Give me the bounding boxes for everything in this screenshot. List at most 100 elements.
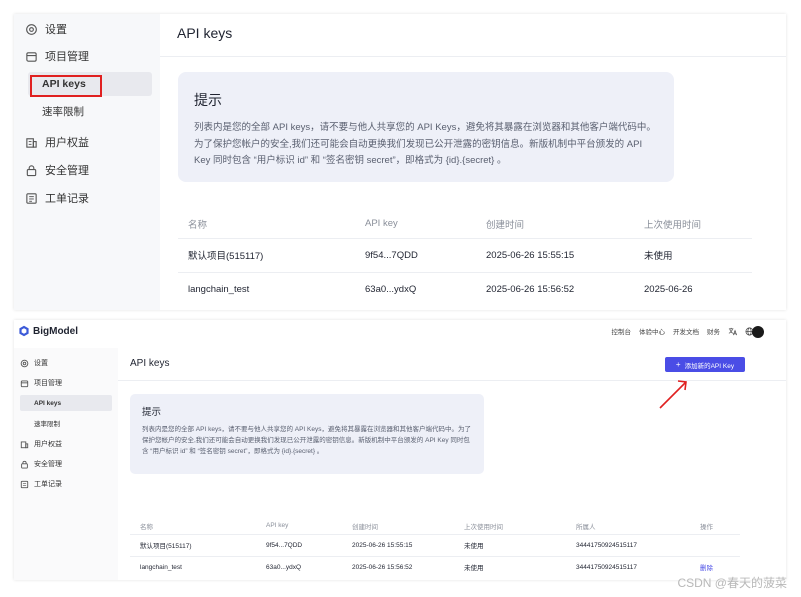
cell-name: langchain_test <box>130 555 256 578</box>
cell-last-used: 未使用 <box>454 555 566 578</box>
sidebar-item-security[interactable]: 安全管理 <box>24 159 89 181</box>
column-header: 创建时间 <box>352 523 378 531</box>
sidebar-item-rate-limit[interactable]: 速率限制 <box>28 99 152 123</box>
column-header: 上次使用时间 <box>644 219 702 231</box>
cell-api-key: 63a0...ydxQ <box>256 555 342 578</box>
sidebar-item-tickets[interactable]: 工单记录 <box>20 476 62 492</box>
watermark: CSDN @春天的菠菜 <box>677 576 787 590</box>
sidebar-item-label: 用户权益 <box>34 441 62 448</box>
tip-body: 列表内是您的全部 API keys，请不要与他人共享您的 API Keys，避免… <box>194 122 656 166</box>
zoomed-console-panel: 设置 项目管理 API keys 速率限制 用户权益 安全管理 工单记录 API… <box>14 14 786 310</box>
lock-icon <box>20 460 29 469</box>
sidebar-item-label: 工单记录 <box>34 481 62 488</box>
full-console-panel: BigModel 控制台 体验中心 开发文档 财务 设置 项目管理 API ke… <box>14 320 786 580</box>
api-keys-table: 名称 API key 创建时间 上次使用时间 所属人 操作 默认项目(51511… <box>130 518 740 578</box>
sidebar-item-projects[interactable]: 项目管理 <box>20 375 62 391</box>
sidebar-item-label: 速率限制 <box>42 105 84 118</box>
column-header: 所属人 <box>576 523 596 531</box>
cell-created: 2025-06-26 15:55:15 <box>342 533 454 556</box>
top-nav-links: 控制台 体验中心 开发文档 财务 <box>604 326 755 336</box>
sidebar-item-label: 速率限制 <box>34 421 60 428</box>
column-header: 名称 <box>188 219 208 231</box>
gear-icon <box>20 359 29 368</box>
tip-title: 提示 <box>194 92 222 108</box>
table-row: 默认项目(515117) 9f54...7QDD 2025-06-26 15:5… <box>130 533 740 556</box>
sidebar-item-security[interactable]: 安全管理 <box>20 456 62 472</box>
sidebar-item-rate-limit[interactable]: 速率限制 <box>20 415 112 431</box>
ticket-icon <box>24 191 38 205</box>
sidebar-item-user-rights[interactable]: 用户权益 <box>24 131 89 153</box>
page-title: API keys <box>177 25 233 41</box>
sidebar: 设置 项目管理 API keys 速率限制 用户权益 安全管理 工单记录 <box>14 14 160 310</box>
cell-name: 默认项目(515117) <box>130 533 256 556</box>
plus-icon: + <box>675 360 681 369</box>
tip-body: 列表内是您的全部 API keys，请不要与他人共享您的 API Keys，避免… <box>142 426 471 455</box>
sidebar-item-label: 设置 <box>45 24 67 36</box>
sidebar-item-label: 安全管理 <box>45 165 89 177</box>
cell-created: 2025-06-26 15:56:52 <box>342 555 454 578</box>
nav-finance[interactable]: 财务 <box>707 326 720 336</box>
cell-name: langchain_test <box>178 271 355 306</box>
folder-icon <box>20 379 29 388</box>
sidebar: 设置 项目管理 API keys 速率限制 用户权益 安全管理 工单记录 <box>14 348 118 580</box>
cell-owner: 34441750924515117 <box>566 533 690 556</box>
brand-name: BigModel <box>33 325 78 337</box>
nav-experience[interactable]: 体验中心 <box>639 326 665 336</box>
building-icon <box>20 440 29 449</box>
sidebar-item-user-rights[interactable]: 用户权益 <box>20 436 62 452</box>
cell-last-used: 未使用 <box>454 533 566 556</box>
folder-icon <box>24 49 38 63</box>
sidebar-item-label: API keys <box>34 399 62 407</box>
ticket-icon <box>20 480 29 489</box>
brand-logo[interactable]: BigModel <box>18 325 78 337</box>
divider <box>160 56 786 57</box>
sidebar-item-label: 工单记录 <box>45 193 89 205</box>
table-row: langchain_test 63a0...ydxQ 2025-06-26 15… <box>178 271 752 306</box>
column-header: 创建时间 <box>486 219 525 231</box>
sidebar-item-label: 安全管理 <box>34 461 62 468</box>
sidebar-item-label: 设置 <box>34 360 48 367</box>
cell-name: 默认项目(515117) <box>178 237 355 272</box>
sidebar-item-settings[interactable]: 设置 <box>20 355 48 371</box>
sidebar-item-settings[interactable]: 设置 <box>24 18 67 40</box>
page-title: API keys <box>130 358 170 369</box>
building-icon <box>24 135 38 149</box>
hexagon-logo-icon <box>18 325 30 337</box>
add-api-key-button[interactable]: + 添加新的API Key <box>665 357 745 372</box>
column-header: API key <box>365 218 398 230</box>
sidebar-item-label: 项目管理 <box>45 51 89 63</box>
cell-created: 2025-06-26 15:56:52 <box>476 271 634 306</box>
api-keys-table: 名称 API key 创建时间 上次使用时间 默认项目(515117) 9f54… <box>178 210 752 306</box>
table-row: 默认项目(515117) 9f54...7QDD 2025-06-26 15:5… <box>178 237 752 272</box>
sidebar-item-api-keys[interactable]: API keys <box>20 395 112 411</box>
column-header: API key <box>266 522 289 530</box>
tip-box: 提示 列表内是您的全部 API keys，请不要与他人共享您的 API Keys… <box>130 394 484 474</box>
highlight-box <box>30 75 102 97</box>
sidebar-item-label: 项目管理 <box>34 380 62 387</box>
lock-icon <box>24 163 38 177</box>
cell-last-used: 2025-06-26 <box>634 271 752 306</box>
nav-docs[interactable]: 开发文档 <box>673 326 699 336</box>
main-content: API keys 提示 列表内是您的全部 API keys，请不要与他人共享您的… <box>160 14 786 310</box>
cell-api-key: 9f54...7QDD <box>256 533 342 556</box>
cell-owner: 34441750924515117 <box>566 555 690 578</box>
cell-last-used: 未使用 <box>634 237 752 272</box>
cell-api-key: 63a0...ydxQ <box>355 271 476 306</box>
column-header: 操作 <box>700 523 713 531</box>
cell-created: 2025-06-26 15:55:15 <box>476 237 634 272</box>
tip-box: 提示 列表内是您的全部 API keys，请不要与他人共享您的 API Keys… <box>178 72 674 182</box>
column-header: 上次使用时间 <box>464 523 503 531</box>
nav-console[interactable]: 控制台 <box>612 326 632 336</box>
annotation-arrow <box>659 380 687 409</box>
column-header: 名称 <box>140 523 153 531</box>
sidebar-item-label: 用户权益 <box>45 137 89 149</box>
cell-action <box>690 533 740 556</box>
tip-title: 提示 <box>142 407 162 418</box>
translate-icon[interactable] <box>728 327 737 336</box>
avatar[interactable] <box>752 326 764 338</box>
cell-api-key: 9f54...7QDD <box>355 237 476 272</box>
sidebar-item-tickets[interactable]: 工单记录 <box>24 187 89 209</box>
sidebar-item-projects[interactable]: 项目管理 <box>24 45 89 67</box>
gear-icon <box>24 22 38 36</box>
table-row: langchain_test 63a0...ydxQ 2025-06-26 15… <box>130 555 740 578</box>
